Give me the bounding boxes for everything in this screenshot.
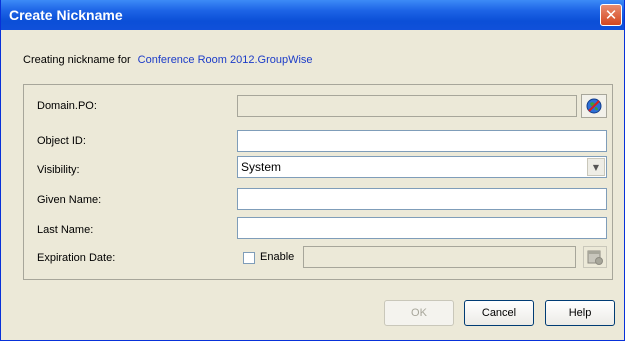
visibility-value: System [241,160,282,174]
object-id-field[interactable] [237,130,607,152]
expiration-enable-checkbox[interactable] [243,252,255,264]
visibility-label: Visibility: [37,164,80,176]
close-icon: ✕ [604,6,618,24]
visibility-select[interactable]: System ▼ [237,156,607,178]
last-name-field[interactable] [237,217,607,239]
domain-po-label: Domain.PO: [37,100,97,112]
expiration-enable-label[interactable]: Enable [260,251,294,263]
given-name-field[interactable] [237,188,607,210]
dialog-body: Creating nickname for Conference Room 20… [1,30,624,340]
globe-icon [586,98,602,114]
expiration-date-label: Expiration Date: [37,252,116,264]
domain-lookup-button[interactable] [581,94,607,118]
last-name-label: Last Name: [37,224,94,236]
nickname-target-prefix: Creating nickname for [23,54,131,66]
given-name-label: Given Name: [37,194,102,206]
cancel-button[interactable]: Cancel [464,300,534,326]
calendar-button [583,246,607,268]
object-id-label: Object ID: [37,135,86,147]
nickname-target-name: Conference Room 2012.GroupWise [137,54,313,66]
title-bar[interactable]: Create Nickname ✕ [1,0,624,30]
help-button[interactable]: Help [545,300,615,326]
close-button[interactable]: ✕ [600,4,622,26]
ok-button[interactable]: OK [384,300,454,326]
expiration-date-field [303,246,576,268]
nickname-target-line: Creating nickname for Conference Room 20… [23,54,313,66]
chevron-down-icon[interactable]: ▼ [587,158,605,176]
domain-po-field [237,95,577,117]
calendar-icon [587,250,603,265]
create-nickname-dialog: Create Nickname ✕ Creating nickname for … [0,0,625,341]
dialog-title: Create Nickname [9,7,123,23]
